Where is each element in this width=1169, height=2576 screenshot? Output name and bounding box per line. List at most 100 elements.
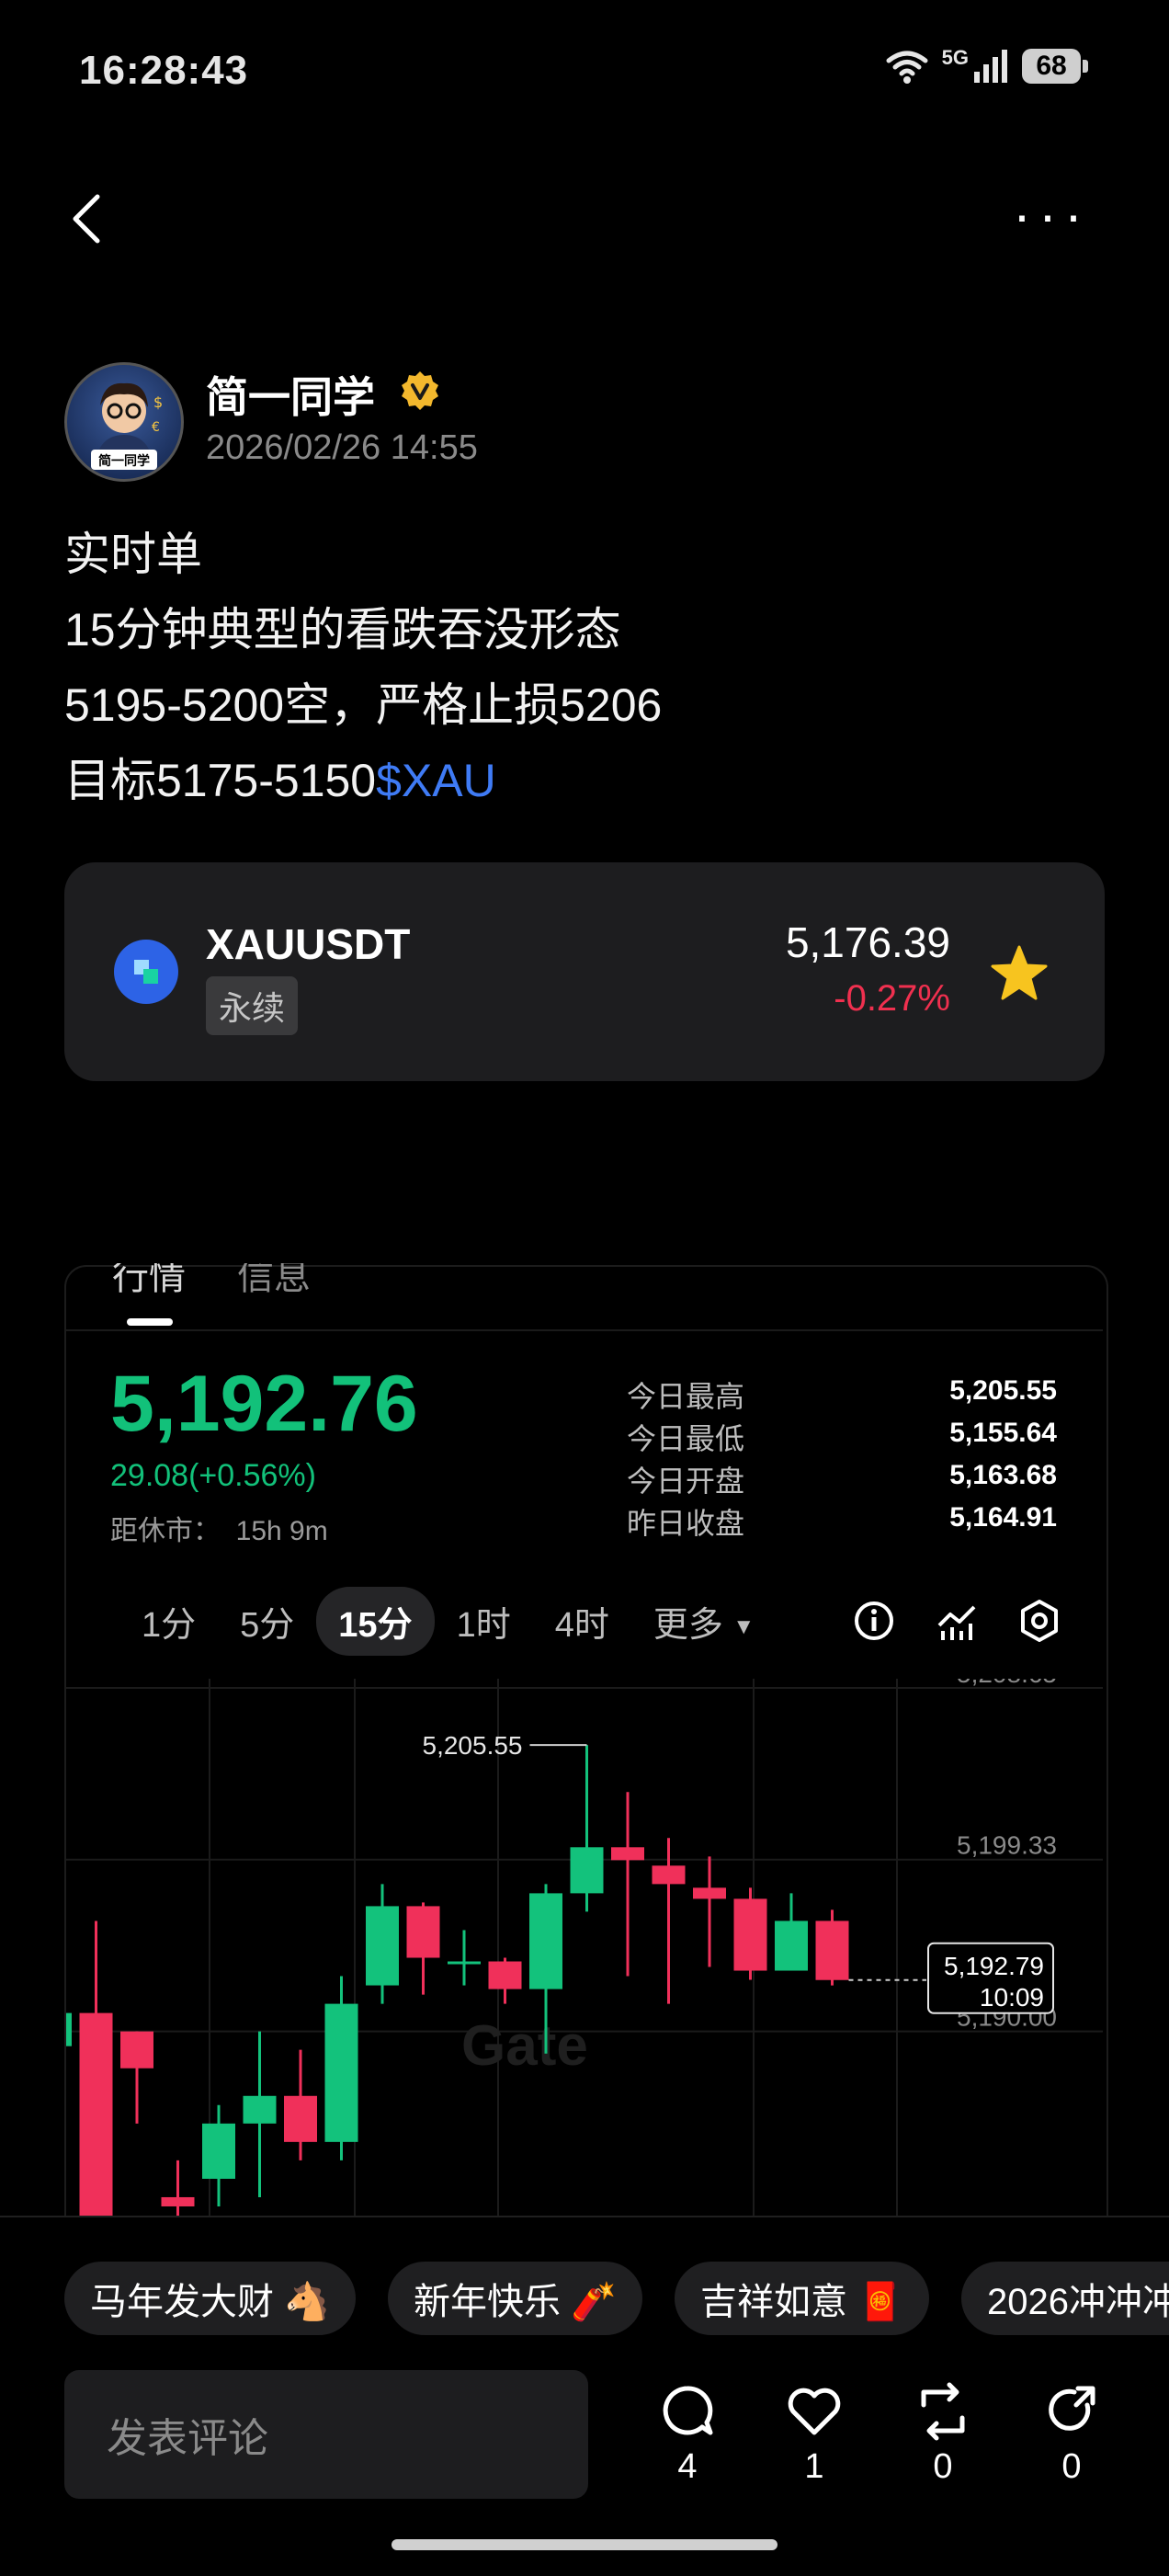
stat-label: 今日最高 (627, 1380, 745, 1413)
svg-text:$: $ (153, 393, 163, 411)
quick-reply-chip[interactable]: 吉祥如意 🧧 (675, 2262, 929, 2335)
candle-body (652, 1865, 686, 1885)
post-line: 15分钟典型的看跌吞没形态 (64, 604, 621, 655)
candle-body (66, 2012, 72, 2046)
high-annotation-label: 5,205.55 (423, 1731, 523, 1760)
like-action[interactable]: 1 (777, 2381, 851, 2487)
quick-reply-chip[interactable]: 新年快乐 🧨 (388, 2262, 642, 2335)
candlestick-chart[interactable]: Gate 5,208.655,199.335,190.00 5,205.555,… (66, 1679, 1103, 2216)
post-line: 实时单 (64, 529, 202, 580)
market-close-countdown: 距休市： 15h 9m (110, 1508, 328, 1548)
post-line: 目标5175-5150$XAU (64, 743, 662, 818)
share-action[interactable]: 0 (1035, 2381, 1108, 2487)
candle (775, 1893, 808, 1971)
candle-body (529, 1893, 562, 1989)
wifi-icon (886, 51, 928, 84)
share-count: 0 (1061, 2447, 1082, 2486)
indicator-icon[interactable] (934, 1598, 980, 1644)
tabs-divider (66, 1329, 1103, 1331)
like-count: 1 (804, 2447, 824, 2486)
repost-action[interactable]: 0 (906, 2381, 980, 2487)
candle (733, 1887, 767, 1980)
interval-15m[interactable]: 15分 (316, 1587, 435, 1656)
repost-count: 0 (933, 2447, 953, 2486)
candle-body (284, 2095, 317, 2142)
verified-badge-icon (402, 371, 438, 410)
stat-label: 今日最低 (627, 1422, 745, 1455)
network-label: 5G (941, 46, 969, 69)
post-line: 5195-5200空，严格止损5206 (64, 679, 663, 731)
info-icon[interactable] (851, 1598, 897, 1644)
candle-body (570, 1847, 604, 1894)
comment-count: 4 (677, 2447, 698, 2486)
candle-body (448, 1961, 481, 1965)
candle-body (324, 2003, 358, 2142)
candle-body (815, 1921, 849, 1980)
ticker-price: 5,176.39 (785, 918, 950, 966)
candle-body (406, 1906, 440, 1958)
author-name[interactable]: 简一同学 (206, 364, 375, 425)
chart-watermark: Gate (461, 2014, 588, 2078)
favorite-star-icon[interactable] (989, 943, 1050, 1004)
more-options-icon[interactable]: ··· (1013, 188, 1090, 243)
ticker-logo-icon (114, 940, 178, 1004)
interval-4h[interactable]: 4时 (533, 1587, 631, 1656)
candle-body (202, 2123, 235, 2179)
candle (66, 2012, 72, 2046)
candle-body (161, 2196, 195, 2206)
tab-indicator (127, 1318, 173, 1326)
market-price: 5,192.76 (110, 1360, 418, 1448)
candle (202, 2104, 235, 2206)
candle (611, 1792, 644, 1977)
candle (406, 1902, 440, 1995)
back-icon[interactable] (64, 191, 108, 246)
post-body: 实时单 15分钟典型的看跌吞没形态 5195-5200空，严格止损5206 目标… (64, 517, 662, 818)
candle-body (693, 1887, 726, 1899)
comment-input[interactable]: 发表评论 (64, 2370, 588, 2499)
ticker-symbol: XAUUSDT (206, 920, 411, 968)
dropdown-caret-icon: ▼ (732, 1613, 755, 1639)
svg-text:€: € (152, 420, 160, 435)
repost-icon (921, 2382, 965, 2441)
candle-body (366, 1906, 399, 1986)
market-change: 29.08(+0.56%) (110, 1458, 316, 1493)
interval-more[interactable]: 更多 ▼ (631, 1587, 777, 1656)
status-time: 16:28:43 (79, 48, 249, 93)
close-time: 15h 9m (235, 1516, 328, 1546)
avatar[interactable]: $ € 简一同学 (64, 362, 184, 482)
comment-action[interactable]: 4 (651, 2381, 724, 2487)
tab-clip-mask (66, 1241, 1103, 1263)
heart-icon (788, 2388, 841, 2435)
candle-body (775, 1921, 808, 1971)
ticker-change: -0.27% (834, 978, 950, 1019)
quick-reply-chip[interactable]: 2026冲冲冲 (961, 2262, 1169, 2335)
close-label: 距休市： (110, 1516, 221, 1546)
candle (284, 2049, 317, 2160)
candle (815, 1909, 849, 1986)
ticker-card[interactable] (64, 862, 1105, 1081)
candle (79, 1921, 113, 2216)
candle-body (733, 1898, 767, 1971)
candle (448, 1930, 481, 1986)
interval-1h[interactable]: 1时 (435, 1587, 533, 1656)
post-line-text: 目标5175-5150 (64, 755, 377, 806)
avatar-caption: 简一同学 (98, 453, 150, 468)
y-axis-tick-label: 5,199.33 (957, 1831, 1057, 1860)
quick-reply-chip[interactable]: 马年发大财 🐴 (64, 2262, 356, 2335)
status-icons: 5G 68 (885, 46, 1088, 85)
interval-1m[interactable]: 1分 (119, 1587, 218, 1656)
candle (120, 2031, 153, 2124)
candle (693, 1856, 726, 1967)
candle (570, 1745, 604, 1912)
interval-5m[interactable]: 5分 (218, 1587, 316, 1656)
stat-value: 5,164.91 (949, 1502, 1057, 1533)
chart-settings-icon[interactable] (1016, 1598, 1062, 1644)
candle (652, 1838, 686, 2004)
candle-body (611, 1847, 644, 1861)
battery-icon: 68 (1022, 49, 1088, 84)
stat-value: 5,163.68 (949, 1460, 1057, 1490)
post-timestamp: 2026/02/26 14:55 (206, 428, 478, 467)
ticker-tag-link[interactable]: $XAU (376, 755, 496, 806)
interval-selector: 1分 5分 15分 1时 4时 更多 ▼ (119, 1587, 777, 1656)
candle (488, 1957, 522, 2004)
